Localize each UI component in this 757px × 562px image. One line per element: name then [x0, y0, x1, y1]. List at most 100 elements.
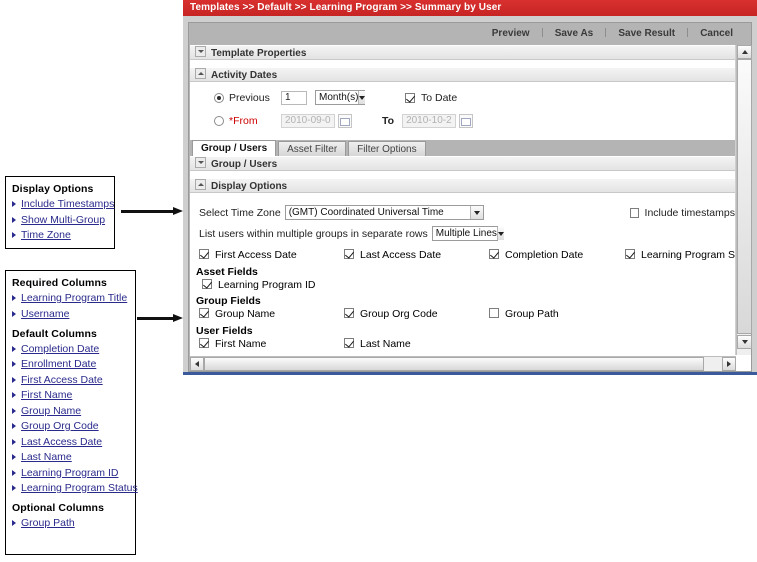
- group-name-label: Group Name: [215, 308, 276, 320]
- to-label: To: [382, 114, 395, 127]
- section-body-display-options: Select Time Zone (GMT) Coordinated Unive…: [190, 193, 735, 355]
- annotation-link-enrollment-date[interactable]: Enrollment Date: [12, 358, 129, 370]
- annotation-link-learning-program-id[interactable]: Learning Program ID: [12, 467, 129, 479]
- first-access-date-checkbox[interactable]: [199, 249, 209, 259]
- multi-group-row: List users within multiple groups in sep…: [190, 223, 735, 244]
- breadcrumb: Templates >> Default >> Learning Program…: [183, 0, 757, 16]
- annotation-link-first-name[interactable]: First Name: [12, 389, 129, 401]
- first-name-label: First Name: [215, 338, 267, 350]
- learning-program-status-checkbox[interactable]: [625, 249, 635, 259]
- annotation-link-username[interactable]: Username: [12, 308, 129, 320]
- section-title-display-options: Display Options: [211, 181, 288, 192]
- toolbar-divider: [541, 28, 543, 37]
- checkbox-item[interactable]: First Access Date: [199, 249, 297, 261]
- multi-group-select[interactable]: Multiple Lines: [431, 226, 504, 241]
- checkbox-item[interactable]: First Name: [199, 338, 266, 350]
- previous-radio[interactable]: [214, 92, 224, 103]
- group-fields-row: Group Name Group Org Code Group Path: [190, 308, 735, 324]
- last-name-checkbox[interactable]: [344, 338, 354, 348]
- scroll-right-button[interactable]: [722, 357, 736, 371]
- group-org-code-checkbox[interactable]: [344, 308, 354, 318]
- scroll-down-button[interactable]: [737, 335, 752, 349]
- group-name-checkbox[interactable]: [199, 308, 209, 318]
- learning-program-id-checkbox[interactable]: [202, 279, 212, 289]
- to-date-input[interactable]: [402, 113, 457, 128]
- learning-program-id-label: Learning Program ID: [218, 279, 316, 291]
- horizontal-scrollbar[interactable]: [190, 356, 736, 371]
- section-header-display-options[interactable]: Display Options: [190, 178, 735, 193]
- annotation-link-group-org-code[interactable]: Group Org Code: [12, 420, 129, 432]
- from-label: *From: [229, 114, 258, 127]
- annotation-link-include-timestamps[interactable]: Include Timestamps: [12, 198, 114, 210]
- checkbox-item[interactable]: Last Name: [344, 338, 411, 350]
- timezone-select[interactable]: (GMT) Coordinated Universal Time: [284, 205, 485, 220]
- section-header-activity-dates[interactable]: Activity Dates: [190, 67, 735, 82]
- tab-asset-filter[interactable]: Asset Filter: [278, 141, 347, 156]
- annotation-link-group-name[interactable]: Group Name: [12, 405, 129, 417]
- annotation-link-first-access-date[interactable]: First Access Date: [12, 374, 129, 386]
- toolbar-divider: [687, 28, 689, 37]
- tab-group-users[interactable]: Group / Users: [192, 140, 277, 156]
- caret-down-icon: [741, 340, 748, 344]
- to-date-checkbox[interactable]: [405, 92, 415, 103]
- from-radio[interactable]: [214, 115, 224, 126]
- annotation-box-display-options: Display Options Include Timestamps Show …: [5, 176, 115, 249]
- annotation-title-required-columns: Required Columns: [12, 277, 107, 289]
- section-title-activity-dates: Activity Dates: [211, 70, 278, 81]
- include-timestamps-checkbox[interactable]: [630, 207, 639, 218]
- checkbox-item[interactable]: Last Access Date: [344, 249, 441, 261]
- checkbox-item[interactable]: Learning Program Status: [625, 249, 735, 261]
- last-access-date-checkbox[interactable]: [344, 249, 354, 259]
- section-title-group-users: Group / Users: [211, 159, 278, 170]
- timezone-row: Select Time Zone (GMT) Coordinated Unive…: [190, 202, 735, 223]
- annotation-link-learning-program-status[interactable]: Learning Program Status: [12, 482, 138, 494]
- group-title-group-fields: Group Fields: [196, 295, 261, 307]
- chevron-down-icon[interactable]: [195, 46, 206, 57]
- vertical-scrollbar[interactable]: [736, 45, 752, 355]
- period-unit-select[interactable]: Month(s): [315, 90, 366, 105]
- checkbox-item[interactable]: Group Name: [199, 308, 275, 320]
- calendar-icon[interactable]: [459, 113, 474, 128]
- preview-button[interactable]: Preview: [486, 28, 536, 39]
- toolbar-divider: [605, 28, 607, 37]
- from-date-input[interactable]: [281, 113, 335, 128]
- annotation-link-last-access-date[interactable]: Last Access Date: [12, 436, 129, 448]
- chevron-up-icon[interactable]: [195, 68, 206, 79]
- annotation-link-show-multi-group[interactable]: Show Multi-Group: [12, 214, 108, 226]
- calendar-icon[interactable]: [338, 113, 352, 128]
- save-as-button[interactable]: Save As: [549, 28, 600, 39]
- group-title-asset-fields: Asset Fields: [196, 266, 258, 278]
- section-header-group-users[interactable]: Group / Users: [190, 156, 735, 171]
- checkbox-item[interactable]: Learning Program ID: [190, 279, 735, 294]
- chevron-down-icon[interactable]: [195, 157, 206, 168]
- annotation-box-columns: Required Columns Learning Program Title …: [5, 270, 138, 555]
- annotation-link-completion-date[interactable]: Completion Date: [12, 343, 129, 355]
- completion-date-checkbox[interactable]: [489, 249, 499, 259]
- annotation-arrow-display-options: [121, 207, 183, 215]
- checkbox-item[interactable]: Completion Date: [489, 249, 583, 261]
- save-result-button[interactable]: Save Result: [612, 28, 681, 39]
- timezone-value: (GMT) Coordinated Universal Time: [288, 207, 444, 218]
- annotation-link-learning-program-title[interactable]: Learning Program Title: [12, 292, 129, 304]
- annotation-link-time-zone[interactable]: Time Zone: [12, 229, 108, 241]
- scroll-left-button[interactable]: [190, 357, 204, 371]
- chevron-up-icon[interactable]: [195, 179, 206, 190]
- cancel-button[interactable]: Cancel: [694, 28, 739, 39]
- last-access-date-label: Last Access Date: [360, 249, 442, 261]
- previous-value-input[interactable]: [281, 90, 307, 105]
- first-name-checkbox[interactable]: [199, 338, 209, 348]
- group-title-user-fields: User Fields: [196, 325, 253, 337]
- include-timestamps-label: Include timestamps: [644, 206, 735, 219]
- user-fields-row: First Name Last Name: [190, 338, 735, 354]
- checkbox-item[interactable]: Group Org Code: [344, 308, 438, 320]
- horizontal-scrollbar-thumb[interactable]: [204, 357, 704, 371]
- annotation-link-group-path[interactable]: Group Path: [12, 517, 129, 529]
- learning-program-status-label: Learning Program Status: [641, 249, 735, 261]
- section-header-template-properties[interactable]: Template Properties: [190, 45, 735, 60]
- checkbox-item[interactable]: Group Path: [489, 308, 559, 320]
- scroll-up-button[interactable]: [737, 45, 752, 59]
- vertical-scrollbar-thumb[interactable]: [737, 59, 752, 334]
- annotation-link-last-name[interactable]: Last Name: [12, 451, 129, 463]
- tab-filter-options[interactable]: Filter Options: [348, 141, 426, 156]
- group-path-checkbox[interactable]: [489, 308, 499, 318]
